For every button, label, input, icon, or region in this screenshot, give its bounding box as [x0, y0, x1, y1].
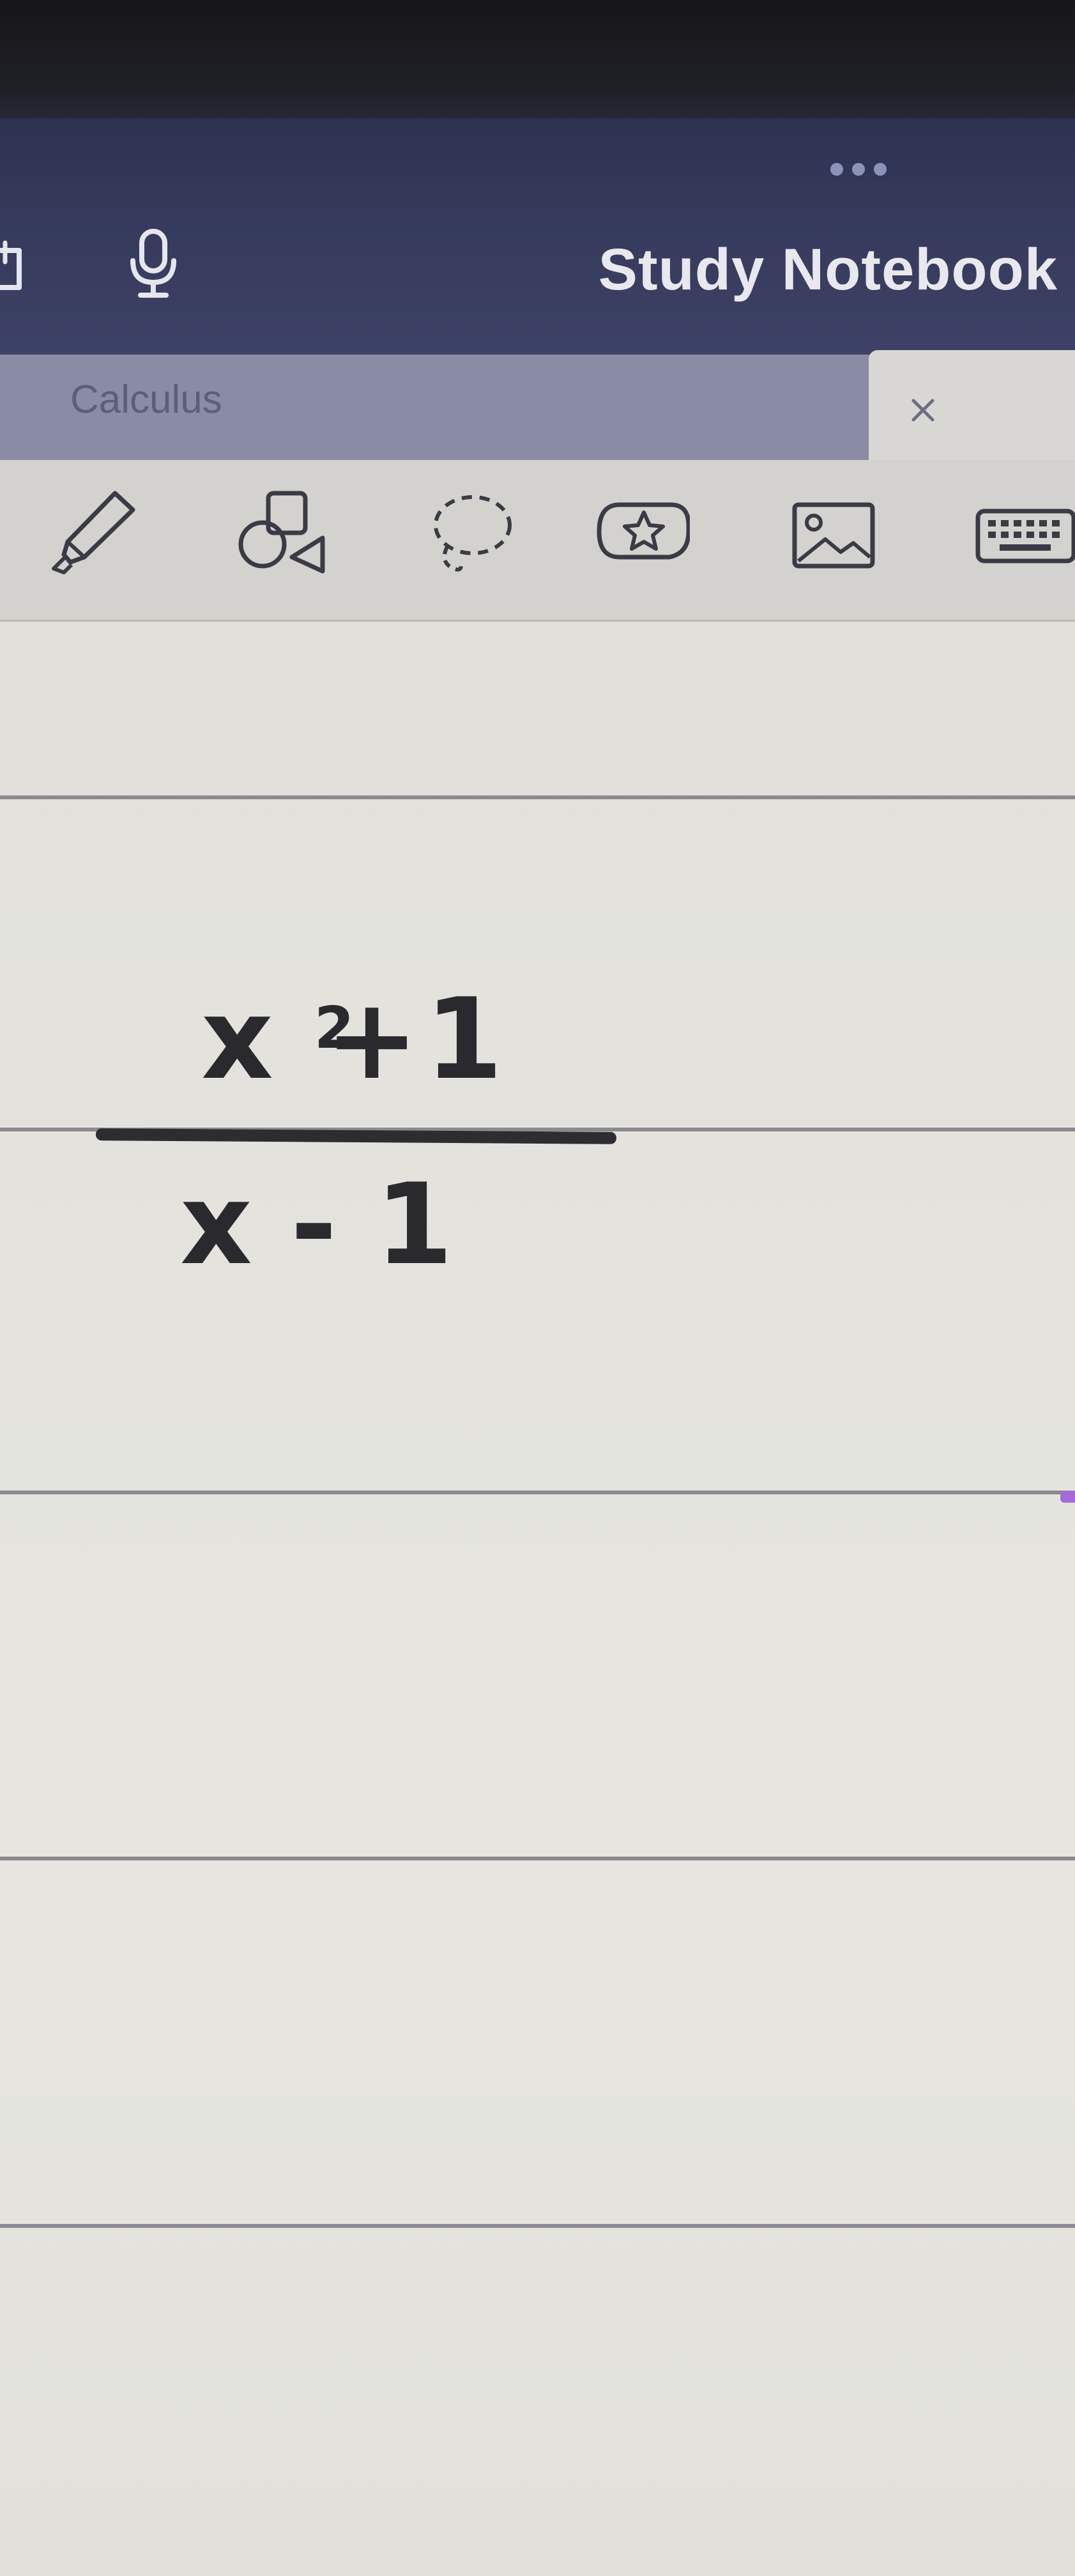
note-page[interactable] — [0, 622, 1075, 2576]
shapes-icon — [238, 491, 325, 574]
active-tab[interactable] — [869, 350, 1075, 465]
close-icon[interactable] — [906, 393, 940, 427]
window-options-button[interactable] — [830, 163, 913, 178]
ruled-line — [0, 795, 1075, 799]
image-tool-button[interactable] — [786, 486, 881, 581]
ruled-line — [0, 1857, 1075, 1860]
handwritten-exponent: 2 — [314, 995, 355, 1062]
image-icon — [792, 502, 875, 569]
lasso-icon — [434, 495, 512, 572]
drawing-toolbar — [0, 460, 1075, 622]
app-title: Study Notebook — [598, 237, 1058, 302]
ruled-line — [0, 1491, 1075, 1494]
lasso-tool-button[interactable] — [422, 486, 517, 581]
shapes-tool-button[interactable] — [233, 486, 329, 581]
sticker-icon — [597, 502, 691, 560]
section-tab-label: Calculus — [70, 378, 222, 422]
highlighter-tool-button[interactable] — [45, 486, 141, 581]
ruled-line — [0, 2224, 1075, 2228]
handwritten-denominator: x-1 — [180, 1160, 492, 1290]
dot-icon — [874, 163, 887, 176]
sticker-tool-button[interactable] — [594, 486, 691, 581]
keyboard-icon — [975, 509, 1075, 564]
microphone-icon[interactable] — [128, 229, 179, 299]
keyboard-tool-button[interactable] — [974, 486, 1075, 581]
page-marker — [1060, 1491, 1075, 1503]
handwritten-numerator: x +1 — [201, 975, 510, 1105]
highlighter-icon — [52, 491, 135, 574]
share-icon[interactable] — [0, 236, 35, 294]
device-bezel — [0, 0, 1075, 121]
screen: Study Notebook Calculus x +1 2 x-1 — [0, 0, 1075, 2576]
dot-icon — [852, 163, 865, 176]
dot-icon — [830, 163, 843, 176]
